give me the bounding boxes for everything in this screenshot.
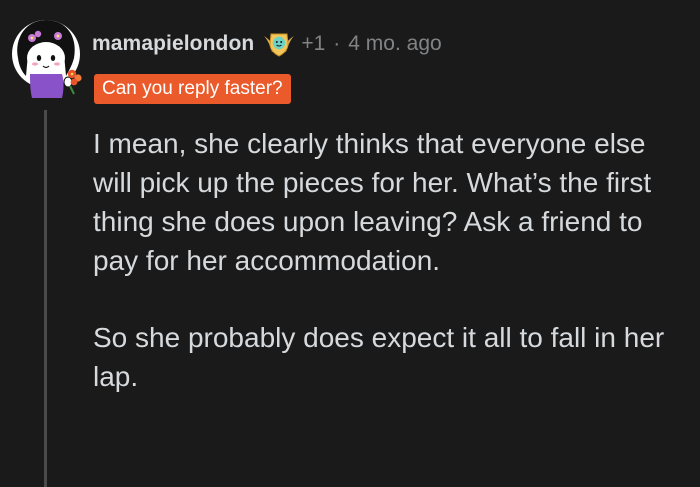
comment-paragraph: So she probably does expect it all to fa… xyxy=(93,322,665,392)
helpful-award-icon[interactable] xyxy=(262,30,296,58)
username[interactable]: mamapielondon xyxy=(92,32,254,56)
comment-header: mamapielondon +1 · 4 mo. ago xyxy=(92,28,442,60)
user-avatar[interactable] xyxy=(8,14,86,100)
user-flair: Can you reply faster? xyxy=(94,74,291,104)
comment-body: I mean, she clearly thinks that everyone… xyxy=(93,124,683,396)
comment-paragraph: I mean, she clearly thinks that everyone… xyxy=(93,128,652,276)
comment: mamapielondon +1 · 4 mo. ago Can you rep… xyxy=(0,0,700,487)
thread-collapse-line[interactable] xyxy=(44,110,47,487)
award-count: +1 xyxy=(301,32,326,55)
avatar-illustration-icon xyxy=(12,20,82,98)
comment-timestamp[interactable]: 4 mo. ago xyxy=(348,32,441,56)
meta-separator: · xyxy=(333,32,341,55)
